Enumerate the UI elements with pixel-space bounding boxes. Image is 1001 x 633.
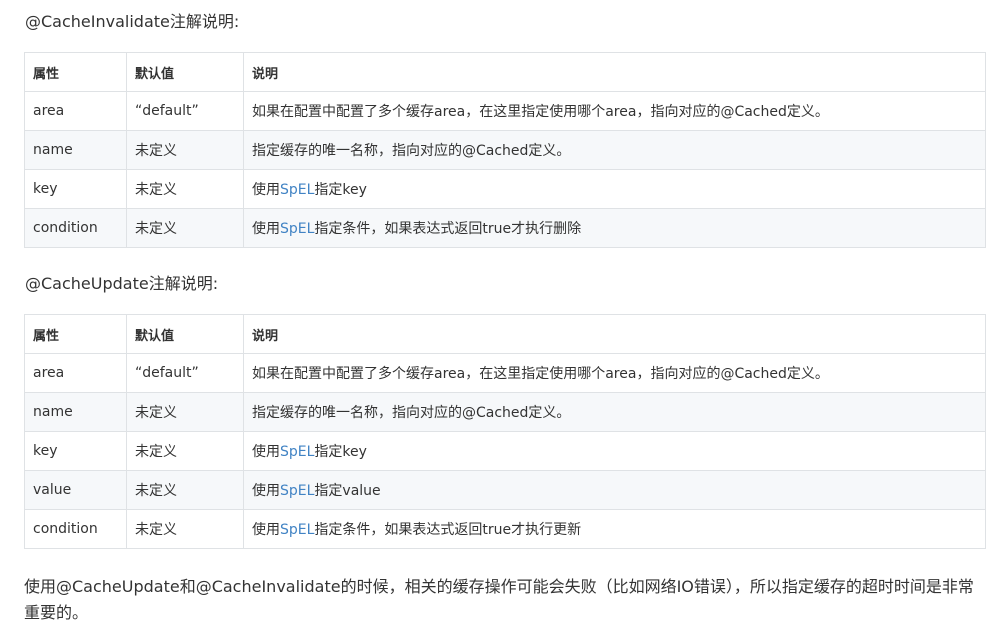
table-row: name 未定义 指定缓存的唯一名称，指向对应的@Cached定义。 xyxy=(24,130,986,170)
spel-link[interactable]: SpEL xyxy=(280,221,314,237)
description-text-prefix: 使用 xyxy=(252,522,280,538)
default-cell: “default” xyxy=(126,91,244,131)
description-text: 指定缓存的唯一名称，指向对应的@Cached定义。 xyxy=(252,143,571,159)
table-row: condition 未定义 使用SpEL指定条件，如果表达式返回true才执行更… xyxy=(24,509,986,549)
description-cell: 如果在配置中配置了多个缓存area，在这里指定使用哪个area，指向对应的@Ca… xyxy=(243,353,986,393)
description-text-suffix: 指定value xyxy=(314,483,381,499)
cache-invalidate-heading: @CacheInvalidate注解说明: xyxy=(25,12,240,31)
description-text-prefix: 使用 xyxy=(252,182,280,198)
attr-cell: key xyxy=(24,169,127,209)
description-text-suffix: 指定key xyxy=(314,444,367,460)
cache-update-table: 属性 默认值 说明 area “default” 如果在配置中配置了多个缓存ar… xyxy=(24,314,986,549)
attr-cell: condition xyxy=(24,509,127,549)
default-cell: 未定义 xyxy=(126,392,244,432)
table-row: value 未定义 使用SpEL指定value xyxy=(24,470,986,510)
document-page: @CacheInvalidate注解说明: 属性 默认值 说明 area “de… xyxy=(0,0,1001,633)
footer-note: 使用@CacheUpdate和@CacheInvalidate的时候，相关的缓存… xyxy=(24,577,974,622)
table-row: key 未定义 使用SpEL指定key xyxy=(24,431,986,471)
table-row: key 未定义 使用SpEL指定key xyxy=(24,169,986,209)
description-cell: 使用SpEL指定条件，如果表达式返回true才执行删除 xyxy=(243,208,986,248)
description-cell: 使用SpEL指定key xyxy=(243,431,986,471)
description-cell: 使用SpEL指定value xyxy=(243,470,986,510)
description-text: 如果在配置中配置了多个缓存area，在这里指定使用哪个area，指向对应的@Ca… xyxy=(252,104,829,120)
description-cell: 使用SpEL指定条件，如果表达式返回true才执行更新 xyxy=(243,509,986,549)
description-text-suffix: 指定条件，如果表达式返回true才执行删除 xyxy=(314,221,582,237)
description-cell: 指定缓存的唯一名称，指向对应的@Cached定义。 xyxy=(243,392,986,432)
spel-link[interactable]: SpEL xyxy=(280,522,314,538)
default-cell: 未定义 xyxy=(126,169,244,209)
description-text: 指定缓存的唯一名称，指向对应的@Cached定义。 xyxy=(252,405,571,421)
table-header-row: 属性 默认值 说明 xyxy=(24,52,986,92)
description-text-suffix: 指定key xyxy=(314,182,367,198)
spel-link[interactable]: SpEL xyxy=(280,444,314,460)
column-header-default: 默认值 xyxy=(126,314,244,354)
table-header-row: 属性 默认值 说明 xyxy=(24,314,986,354)
default-cell: 未定义 xyxy=(126,509,244,549)
attr-cell: area xyxy=(24,91,127,131)
column-header-description: 说明 xyxy=(243,314,986,354)
default-cell: 未定义 xyxy=(126,431,244,471)
description-cell: 使用SpEL指定key xyxy=(243,169,986,209)
description-text-prefix: 使用 xyxy=(252,221,280,237)
attr-cell: key xyxy=(24,431,127,471)
table-row: condition 未定义 使用SpEL指定条件，如果表达式返回true才执行删… xyxy=(24,208,986,248)
column-header-attribute: 属性 xyxy=(24,52,127,92)
attr-cell: name xyxy=(24,130,127,170)
description-cell: 如果在配置中配置了多个缓存area，在这里指定使用哪个area，指向对应的@Ca… xyxy=(243,91,986,131)
spel-link[interactable]: SpEL xyxy=(280,483,314,499)
cache-invalidate-table: 属性 默认值 说明 area “default” 如果在配置中配置了多个缓存ar… xyxy=(24,52,986,248)
description-text-suffix: 指定条件，如果表达式返回true才执行更新 xyxy=(314,522,582,538)
description-text-prefix: 使用 xyxy=(252,483,280,499)
default-cell: “default” xyxy=(126,353,244,393)
default-cell: 未定义 xyxy=(126,208,244,248)
cache-update-heading: @CacheUpdate注解说明: xyxy=(25,274,219,293)
column-header-description: 说明 xyxy=(243,52,986,92)
default-cell: 未定义 xyxy=(126,130,244,170)
attr-cell: value xyxy=(24,470,127,510)
table-row: name 未定义 指定缓存的唯一名称，指向对应的@Cached定义。 xyxy=(24,392,986,432)
default-cell: 未定义 xyxy=(126,470,244,510)
description-text-prefix: 使用 xyxy=(252,444,280,460)
attr-cell: name xyxy=(24,392,127,432)
column-header-default: 默认值 xyxy=(126,52,244,92)
spel-link[interactable]: SpEL xyxy=(280,182,314,198)
description-text: 如果在配置中配置了多个缓存area，在这里指定使用哪个area，指向对应的@Ca… xyxy=(252,366,829,382)
attr-cell: condition xyxy=(24,208,127,248)
description-cell: 指定缓存的唯一名称，指向对应的@Cached定义。 xyxy=(243,130,986,170)
attr-cell: area xyxy=(24,353,127,393)
table-row: area “default” 如果在配置中配置了多个缓存area，在这里指定使用… xyxy=(24,353,986,393)
table-row: area “default” 如果在配置中配置了多个缓存area，在这里指定使用… xyxy=(24,91,986,131)
column-header-attribute: 属性 xyxy=(24,314,127,354)
